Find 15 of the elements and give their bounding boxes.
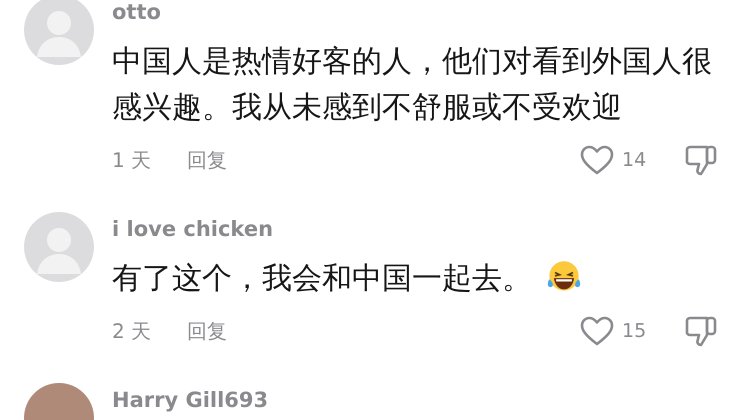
reply-link[interactable]: 回复 xyxy=(187,145,227,175)
thumbs-down-icon[interactable] xyxy=(684,144,718,176)
timestamp: 2 天 xyxy=(112,318,152,345)
heart-icon[interactable] xyxy=(580,145,614,175)
comment-text: 中国人是热情好客的人，他们对看到外国人很感兴趣。我从未感到不舒服或不受欢迎 xyxy=(112,43,713,127)
heart-icon[interactable] xyxy=(580,316,614,346)
username: i love chicken xyxy=(112,216,274,243)
reply-link[interactable]: 回复 xyxy=(187,316,227,346)
username: Harry Gill693 xyxy=(112,387,270,414)
thumbs-down-icon[interactable] xyxy=(684,315,718,347)
timestamp: 1 天 xyxy=(112,147,152,174)
comment-text: 有了这个，我会和中国一起去。 xyxy=(112,256,718,302)
username: otto xyxy=(112,0,162,26)
like-count: 14 xyxy=(621,148,648,173)
like-count: 15 xyxy=(621,318,648,344)
